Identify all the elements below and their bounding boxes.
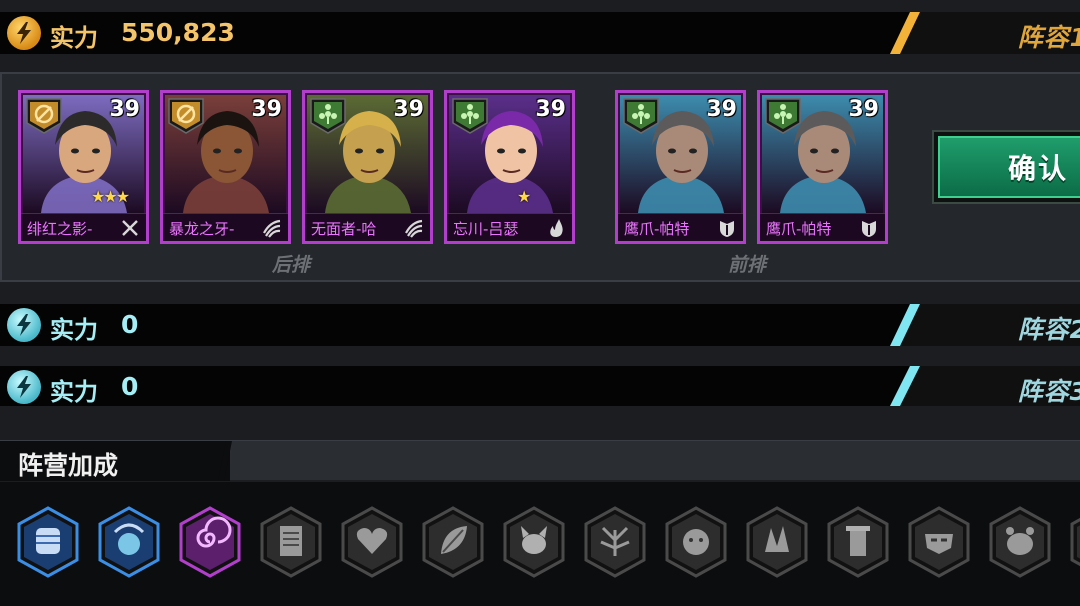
green-faction-icon <box>623 98 659 134</box>
hero-name: 无面者-哈 <box>311 220 377 238</box>
power-label: 实力 <box>50 316 98 344</box>
hero-name-bar: 鹰爪-帕特 <box>760 213 885 241</box>
lightning-icon <box>17 22 31 44</box>
hero-card[interactable]: 39 鹰爪-帕特 <box>615 90 746 244</box>
hero-name-bar: 忘川-吕瑟 <box>447 213 572 241</box>
shield-icon <box>720 221 734 237</box>
flame-icon <box>550 219 563 237</box>
dog-icon[interactable] <box>502 506 566 578</box>
hero-name: 忘川-吕瑟 <box>453 220 519 238</box>
hero-level: 39 <box>848 97 879 122</box>
hero-card[interactable]: 39 ★★★ 绯红之影- <box>18 90 149 244</box>
spiral-icon[interactable] <box>178 506 242 578</box>
power-label: 实力 <box>50 24 98 52</box>
hero-name-bar: 鹰爪-帕特 <box>618 213 743 241</box>
power-value: 0 <box>121 310 139 339</box>
hero-card[interactable]: 39 无面者-哈 <box>302 90 433 244</box>
hero-stars: ★★★ <box>91 187 130 206</box>
tower-icon[interactable] <box>826 506 890 578</box>
back-row-label: 后排 <box>272 254 311 276</box>
faction-bonus-title: 阵营加成 <box>18 451 119 480</box>
orange-faction-icon <box>26 98 62 134</box>
team-tab-label-1: 阵容1 <box>1017 23 1080 52</box>
green-faction-icon <box>310 98 346 134</box>
hero-level: 39 <box>706 97 737 122</box>
swords-icon <box>122 220 138 236</box>
divider-slash <box>218 441 232 481</box>
lineup-panel: 39 ★★★ 绯红之影- 39 暴龙之牙- 39 无面者-哈 39 ★ 忘川-吕… <box>0 72 1080 282</box>
fist-icon[interactable] <box>16 506 80 578</box>
team-tab-label-3: 阵容3 <box>1017 377 1080 406</box>
hero-name-bar: 无面者-哈 <box>305 213 430 241</box>
lightning-icon <box>17 314 31 336</box>
hero-name: 暴龙之牙- <box>169 220 235 238</box>
hero-level: 39 <box>535 97 566 122</box>
orb-icon[interactable] <box>97 506 161 578</box>
shield-icon <box>862 221 876 237</box>
team-bar-1[interactable]: 实力 550,823 阵容1 <box>0 12 1080 54</box>
plant-icon[interactable] <box>583 506 647 578</box>
claw-icon <box>263 219 281 238</box>
green-faction-icon <box>452 98 488 134</box>
faction-bonus-strip <box>0 482 1080 606</box>
shard-icon[interactable] <box>745 506 809 578</box>
mask-icon[interactable] <box>907 506 971 578</box>
green-faction-icon <box>765 98 801 134</box>
hero-card[interactable]: 39 ★ 忘川-吕瑟 <box>444 90 575 244</box>
hero-level: 39 <box>109 97 140 122</box>
faction-bonus-title-box: 阵营加成 <box>0 441 230 481</box>
hero-name: 绯红之影- <box>27 220 93 238</box>
hero-name-bar: 暴龙之牙- <box>163 213 288 241</box>
hero-name: 鹰爪-帕特 <box>624 220 690 238</box>
power-value: 0 <box>121 372 139 401</box>
team-bar-3[interactable]: 实力 0 阵容3 <box>0 366 1080 406</box>
hero-name: 鹰爪-帕特 <box>766 220 832 238</box>
confirm-button[interactable]: 确认 <box>932 130 1080 204</box>
power-label: 实力 <box>50 378 98 406</box>
faction-bonus-header: 阵营加成 <box>0 440 1080 481</box>
hero-card[interactable]: 39 暴龙之牙- <box>160 90 291 244</box>
hero-level: 39 <box>251 97 282 122</box>
hero-name-bar: 绯红之影- <box>21 213 146 241</box>
heart-icon[interactable] <box>340 506 404 578</box>
beast-icon[interactable] <box>988 506 1052 578</box>
power-value: 550,823 <box>121 18 235 47</box>
face-icon[interactable] <box>664 506 728 578</box>
hero-stars: ★ <box>517 187 531 206</box>
front-row-label: 前排 <box>728 254 767 276</box>
claw-icon <box>405 219 423 238</box>
leaf-icon[interactable] <box>421 506 485 578</box>
tablet-icon[interactable] <box>259 506 323 578</box>
confirm-label: 确认 <box>1008 152 1069 185</box>
orange-faction-icon <box>168 98 204 134</box>
team-tab-label-2: 阵容2 <box>1017 315 1080 344</box>
partial-icon[interactable] <box>1069 506 1080 578</box>
team-bar-2[interactable]: 实力 0 阵容2 <box>0 304 1080 346</box>
hero-level: 39 <box>393 97 424 122</box>
lightning-icon <box>17 376 31 398</box>
hero-card[interactable]: 39 鹰爪-帕特 <box>757 90 888 244</box>
